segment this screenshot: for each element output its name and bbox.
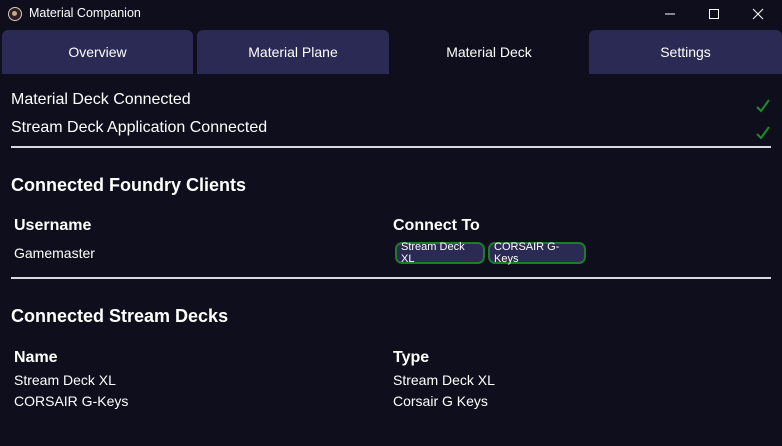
deck-type: Corsair G Keys bbox=[393, 393, 488, 409]
section-title-stream-decks: Connected Stream Decks bbox=[11, 306, 229, 326]
close-icon bbox=[752, 8, 764, 20]
tab-bar: Overview Material Plane Material Deck Se… bbox=[0, 30, 782, 74]
tab-overview[interactable]: Overview bbox=[2, 30, 193, 74]
minimize-icon bbox=[665, 13, 675, 15]
check-icon bbox=[756, 126, 770, 140]
divider bbox=[11, 277, 771, 279]
tab-material-plane[interactable]: Material Plane bbox=[197, 30, 389, 74]
section-title-foundry: Connected Foundry Clients bbox=[11, 175, 247, 195]
client-username: Gamemaster bbox=[14, 245, 95, 261]
column-header-username: Username bbox=[14, 217, 92, 234]
maximize-icon bbox=[709, 9, 719, 19]
app-logo-icon bbox=[8, 7, 22, 21]
status-material-deck: Material Deck Connected bbox=[11, 91, 191, 108]
check-icon bbox=[756, 99, 770, 113]
close-button[interactable] bbox=[738, 0, 778, 28]
deck-type: Stream Deck XL bbox=[393, 372, 495, 388]
column-header-name: Name bbox=[14, 349, 58, 366]
connect-chip-corsair-g-keys[interactable]: CORSAIR G-Keys bbox=[488, 241, 586, 265]
window-title: Material Companion bbox=[29, 6, 141, 20]
connect-chip-stream-deck-xl[interactable]: Stream Deck XL bbox=[395, 241, 485, 265]
deck-name: Stream Deck XL bbox=[14, 372, 116, 388]
tab-settings[interactable]: Settings bbox=[589, 30, 782, 74]
title-bar: Material Companion bbox=[0, 0, 782, 28]
deck-name: CORSAIR G-Keys bbox=[14, 393, 129, 409]
divider bbox=[11, 146, 771, 148]
column-header-connect-to: Connect To bbox=[393, 217, 480, 234]
minimize-button[interactable] bbox=[650, 0, 690, 28]
status-stream-deck-app: Stream Deck Application Connected bbox=[11, 119, 268, 136]
column-header-type: Type bbox=[393, 349, 430, 366]
maximize-button[interactable] bbox=[694, 0, 734, 28]
tab-material-deck[interactable]: Material Deck bbox=[391, 30, 587, 74]
